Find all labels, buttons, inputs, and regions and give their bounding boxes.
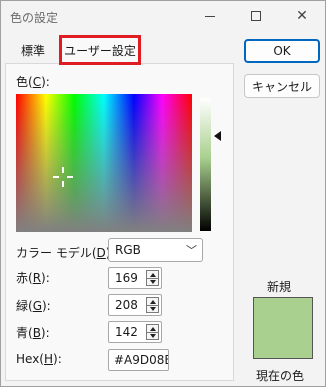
green-value: 208 bbox=[115, 298, 138, 312]
hex-input[interactable]: #A9D08E bbox=[108, 349, 169, 371]
red-label-suffix: ): bbox=[41, 271, 50, 285]
blue-increment-button[interactable] bbox=[146, 324, 159, 332]
crosshair-icon[interactable] bbox=[53, 167, 73, 187]
color-label-key: C bbox=[32, 75, 42, 89]
color-spectrum[interactable] bbox=[16, 94, 192, 232]
red-increment-button[interactable] bbox=[146, 270, 159, 278]
blue-decrement-button[interactable] bbox=[146, 332, 159, 340]
arrow-down-icon bbox=[149, 280, 156, 284]
window-title: 色の設定 bbox=[10, 11, 59, 25]
red-label: 赤(R): bbox=[16, 269, 50, 286]
tab-standard[interactable]: 標準 bbox=[9, 37, 57, 63]
color-model-label: カラー モデル(D): bbox=[16, 244, 114, 261]
tab-strip: 標準 ユーザー設定 bbox=[1, 35, 237, 65]
hex-label-key: H bbox=[43, 352, 54, 366]
green-increment-button[interactable] bbox=[146, 297, 159, 305]
arrow-up-icon bbox=[149, 272, 156, 277]
red-spinner[interactable] bbox=[146, 270, 159, 286]
ok-button[interactable]: OK bbox=[244, 39, 320, 63]
color-model-label-prefix: カラー モデル( bbox=[16, 246, 97, 260]
green-label: 緑(G): bbox=[16, 297, 51, 314]
green-label-suffix: ): bbox=[42, 299, 51, 313]
red-decrement-button[interactable] bbox=[146, 278, 159, 286]
color-label-prefix: 色( bbox=[16, 75, 33, 89]
green-spinner[interactable] bbox=[146, 297, 159, 313]
hex-label-suffix: ): bbox=[53, 352, 62, 366]
blue-label-prefix: 青( bbox=[16, 326, 33, 340]
blue-label-key: B bbox=[32, 326, 41, 340]
title-bar: 色の設定 ✕ bbox=[1, 1, 325, 31]
color-model-select[interactable]: RGB ﹀ bbox=[108, 238, 203, 262]
blue-label: 青(B): bbox=[16, 324, 50, 341]
minimize-button[interactable] bbox=[187, 1, 233, 31]
minimize-icon bbox=[205, 15, 215, 17]
maximize-button[interactable] bbox=[233, 1, 279, 31]
luminance-arrow-icon[interactable] bbox=[214, 131, 221, 141]
red-label-key: R bbox=[32, 271, 42, 285]
color-preview-swatch bbox=[253, 297, 313, 359]
blue-spinner[interactable] bbox=[146, 324, 159, 340]
arrow-down-icon bbox=[149, 307, 156, 311]
green-input[interactable]: 208 bbox=[108, 294, 162, 316]
color-label-suffix: ): bbox=[41, 75, 50, 89]
chevron-down-icon: ﹀ bbox=[186, 244, 197, 257]
arrow-up-icon bbox=[149, 299, 156, 304]
green-label-prefix: 緑( bbox=[16, 299, 33, 313]
red-label-prefix: 赤( bbox=[16, 271, 33, 285]
green-label-key: G bbox=[32, 299, 42, 313]
red-value: 169 bbox=[115, 271, 138, 285]
blue-value: 142 bbox=[115, 325, 138, 339]
current-color-label: 現在の色 bbox=[256, 369, 305, 383]
hex-value: #A9D08E bbox=[114, 353, 169, 367]
color-model-value: RGB bbox=[115, 243, 141, 257]
hex-label-prefix: Hex( bbox=[16, 352, 44, 366]
color-model-label-key: D bbox=[96, 246, 106, 260]
hex-label: Hex(H): bbox=[16, 352, 62, 366]
red-input[interactable]: 169 bbox=[108, 267, 162, 289]
cancel-button[interactable]: キャンセル bbox=[244, 74, 320, 98]
close-button[interactable]: ✕ bbox=[279, 1, 325, 31]
arrow-up-icon bbox=[149, 326, 156, 331]
green-decrement-button[interactable] bbox=[146, 305, 159, 313]
arrow-down-icon bbox=[149, 334, 156, 338]
tab-custom[interactable]: ユーザー設定 bbox=[59, 35, 141, 65]
maximize-icon bbox=[251, 11, 261, 21]
blue-input[interactable]: 142 bbox=[108, 321, 162, 343]
new-color-label: 新規 bbox=[267, 280, 292, 294]
close-icon: ✕ bbox=[296, 8, 308, 24]
blue-label-suffix: ): bbox=[40, 326, 50, 340]
color-dialog: 色の設定 ✕ 標準 ユーザー設定 OK キャンセル 色(C): カラー モデル(… bbox=[0, 0, 326, 387]
luminance-slider[interactable] bbox=[200, 98, 211, 231]
color-label: 色(C): bbox=[16, 73, 50, 90]
